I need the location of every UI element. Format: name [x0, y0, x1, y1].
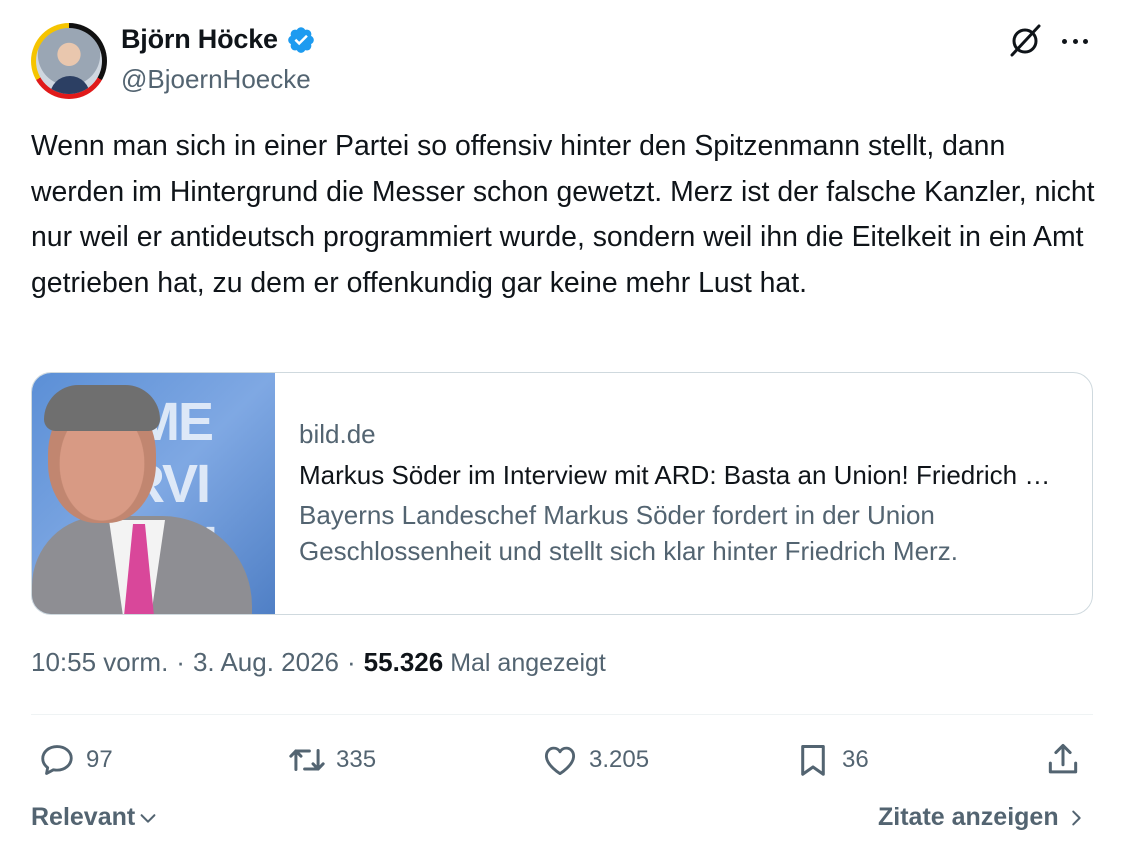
reply-count: 97 — [86, 746, 113, 773]
views-label: Mal angezeigt — [450, 649, 606, 677]
chevron-right-icon — [1071, 810, 1081, 825]
tweet: Björn Höcke @BjoernHoecke Wenn man sich … — [0, 0, 1123, 856]
bookmark-icon — [801, 745, 825, 776]
sort-dropdown[interactable]: Relevant — [31, 803, 159, 832]
view-quotes-link[interactable]: Zitate anzeigen — [878, 803, 1087, 832]
author-handle[interactable]: @BjoernHoecke — [121, 64, 311, 95]
tweet-date[interactable]: 3. Aug. 2026 — [193, 647, 339, 678]
author-name[interactable]: Björn Höcke — [121, 24, 278, 55]
card-body[interactable]: bild.de Markus Söder im Interview mit AR… — [275, 373, 1092, 614]
chevron-down-icon — [140, 813, 156, 823]
bookmark-count: 36 — [842, 746, 869, 773]
like-count: 3.205 — [589, 746, 650, 773]
link-card[interactable]: MMEERVIRICHBE bild.de Markus Söder im In… — [31, 372, 1093, 615]
card-domain: bild.de — [299, 419, 376, 449]
card-description: Bayerns Landeschef Markus Söder fordert … — [299, 500, 958, 566]
views-count: 55.326 — [363, 647, 444, 677]
more-horizontal-icon[interactable] — [1058, 28, 1092, 54]
avatar[interactable] — [31, 23, 107, 99]
meta-separator: · — [176, 647, 185, 677]
divider — [31, 714, 1093, 715]
author-name-row[interactable]: Björn Höcke — [121, 24, 316, 55]
retweet-icon — [289, 748, 325, 772]
card-thumbnail[interactable]: MMEERVIRICHBE — [32, 373, 275, 614]
grok-icon[interactable] — [1006, 22, 1044, 60]
like-button[interactable]: 3.205 — [541, 738, 649, 782]
card-title: Markus Söder im Interview mit ARD: Basta… — [299, 460, 1069, 490]
tweet-meta: 10:55 vorm. · 3. Aug. 2026 · 55.326 Mal … — [31, 647, 606, 678]
meta-separator: · — [347, 647, 356, 677]
reply-button[interactable]: 97 — [38, 738, 113, 782]
sort-label: Relevant — [31, 803, 136, 831]
share-icon — [1048, 743, 1078, 774]
share-button[interactable] — [1044, 738, 1082, 782]
retweet-button[interactable]: 335 — [288, 738, 376, 782]
verified-badge-icon — [288, 26, 314, 53]
retweet-count: 335 — [336, 746, 377, 773]
avatar-photo — [36, 28, 102, 94]
tweet-time[interactable]: 10:55 vorm. — [31, 647, 168, 678]
bookmark-button[interactable]: 36 — [794, 738, 869, 782]
quotes-label: Zitate anzeigen — [878, 803, 1059, 831]
tweet-text: Wenn man sich in einer Partei so offensi… — [31, 130, 1095, 299]
heart-icon — [544, 746, 576, 776]
reply-icon — [41, 745, 73, 775]
